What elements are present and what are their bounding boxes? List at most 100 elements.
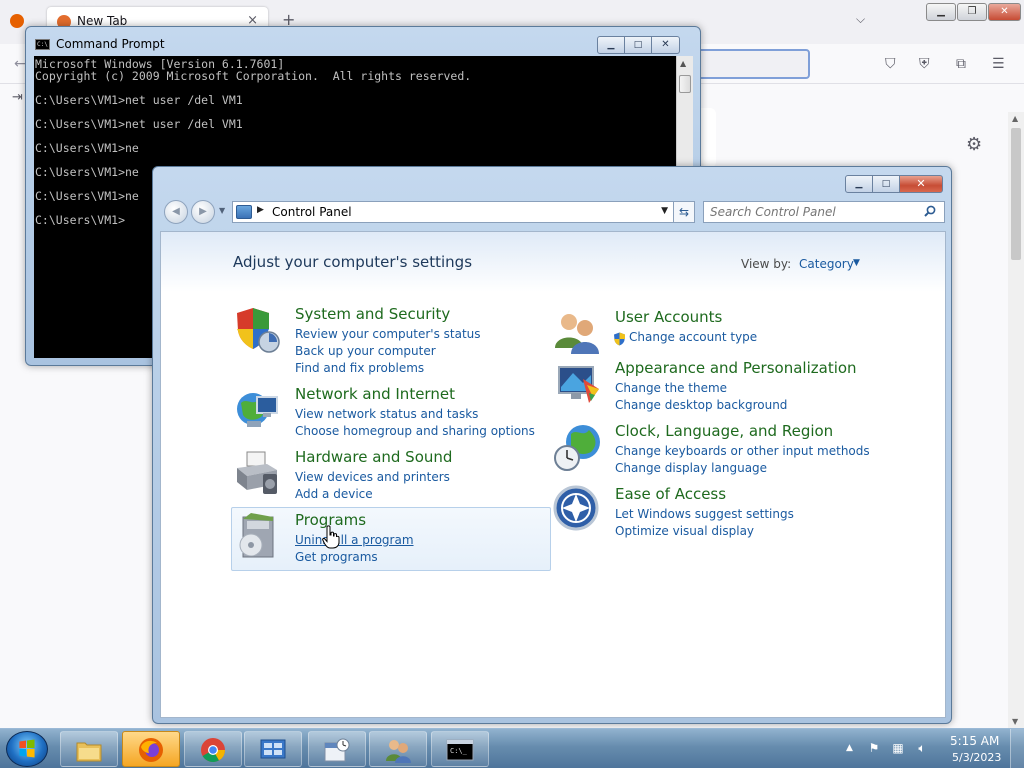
category-link[interactable]: Review your computer's status [295, 327, 481, 341]
category-link[interactable]: Let Windows suggest settings [615, 507, 794, 521]
cmd-icon: C:\ [35, 39, 50, 50]
cmd-icon: C:\_ [446, 739, 474, 761]
view-by-dropdown[interactable]: Category [799, 257, 854, 271]
category-link[interactable]: Back up your computer [295, 344, 436, 358]
shield-icon [237, 308, 280, 353]
close-button[interactable]: ✕ [988, 3, 1021, 21]
minimize-button[interactable]: ▁ [926, 3, 956, 21]
ublock-icon[interactable]: ⛨ [919, 56, 930, 72]
start-button[interactable] [6, 731, 48, 767]
pocket-icon[interactable]: ⛉ [885, 56, 896, 72]
menu-icon[interactable]: ☰ [992, 56, 1005, 72]
taskbar-firefox[interactable] [122, 731, 180, 767]
minimize-button[interactable]: ▁ [845, 175, 873, 193]
control-panel-content: Adjust your computer's settings View by:… [160, 231, 946, 718]
network-icon[interactable]: ▦ [890, 741, 906, 757]
action-center-icon[interactable]: ⚑ [866, 741, 882, 757]
back-button[interactable]: ◀ [164, 200, 188, 224]
scroll-up-icon[interactable]: ▲ [1012, 114, 1018, 123]
control-panel-icon [236, 205, 252, 219]
search-icon[interactable] [924, 205, 936, 217]
import-bookmarks-icon[interactable]: ⇥ [12, 90, 23, 105]
forward-button[interactable]: ▶ [191, 200, 215, 224]
breadcrumb[interactable]: Control Panel [272, 205, 352, 219]
minimize-button[interactable]: ▁ [597, 36, 625, 54]
console-line: C:\Users\VM1>net user /del VM1 [35, 117, 243, 131]
users-icon [386, 740, 411, 763]
show-hidden-icons[interactable]: ▲ [846, 743, 853, 753]
network-globe-icon [237, 393, 278, 427]
calendar-clock-icon [324, 738, 350, 762]
scroll-thumb[interactable] [1011, 128, 1021, 260]
maximize-button[interactable]: □ [624, 36, 652, 54]
address-bar[interactable]: ▶ Control Panel ▼ [232, 201, 674, 223]
category-title[interactable]: Clock, Language, and Region [615, 422, 833, 440]
category-link[interactable]: Change keyboards or other input methods [615, 444, 870, 458]
clock-date[interactable]: 5/3/2023 [952, 751, 1001, 764]
category-link[interactable]: Find and fix problems [295, 361, 424, 375]
taskbar-date-time[interactable] [308, 731, 366, 767]
close-button[interactable]: ✕ [651, 36, 680, 54]
console-line: C:\Users\VM1>ne [35, 141, 139, 155]
firefox-icon [139, 738, 163, 762]
category-title[interactable]: Network and Internet [295, 385, 455, 403]
appearance-icon [558, 366, 599, 403]
category-title[interactable]: Ease of Access [615, 485, 726, 503]
taskbar-explorer[interactable] [60, 731, 118, 767]
console-line: C:\Users\VM1>net user /del VM1 [35, 93, 243, 107]
taskbar-command-prompt[interactable]: C:\_ [431, 731, 489, 767]
windows-logo-icon [19, 739, 35, 758]
category-link[interactable]: View network status and tasks [295, 407, 478, 421]
category-title[interactable]: Appearance and Personalization [615, 359, 857, 377]
firefox-scrollbar[interactable]: ▲ ▼ [1008, 112, 1024, 728]
gear-icon[interactable]: ⚙ [966, 134, 982, 155]
category-title[interactable]: Hardware and Sound [295, 448, 452, 466]
chevron-down-icon[interactable]: ▼ [853, 258, 860, 268]
page-title: Adjust your computer's settings [233, 253, 473, 271]
category-link[interactable]: Get programs [295, 550, 378, 564]
control-panel-window[interactable]: ▁ □ ✕ ◀ ▶ ▼ ▶ Control Panel ▼ ⇆ Adjust y… [152, 166, 952, 724]
console-line: Copyright (c) 2009 Microsoft Corporation… [35, 69, 472, 83]
breadcrumb-arrow-icon[interactable]: ▶ [257, 205, 264, 215]
search-input[interactable] [703, 201, 945, 223]
maximize-button[interactable]: □ [872, 175, 900, 193]
restore-button[interactable]: ❐ [957, 3, 987, 21]
control-panel-icon [260, 739, 286, 759]
category-link[interactable]: Optimize visual display [615, 524, 754, 538]
scroll-up-icon[interactable]: ▲ [680, 59, 686, 68]
volume-icon[interactable]: 🔈︎ [914, 741, 930, 757]
url-bar[interactable] [690, 49, 810, 79]
category-link[interactable]: Change the theme [615, 381, 727, 395]
category-link[interactable]: Add a device [295, 487, 373, 501]
hand-cursor-icon [322, 525, 340, 549]
programs-icon [239, 513, 274, 558]
extensions-icon[interactable]: ⧉ [956, 56, 966, 72]
uninstall-program-link[interactable]: Uninstall a program [295, 533, 414, 547]
category-title[interactable]: User Accounts [615, 308, 722, 326]
taskbar-chrome[interactable] [184, 731, 242, 767]
address-dropdown-icon[interactable]: ▼ [661, 206, 668, 216]
back-icon[interactable]: ← [14, 56, 26, 72]
show-desktop-button[interactable] [1010, 729, 1024, 768]
category-link[interactable]: Change account type [629, 330, 757, 344]
category-title[interactable]: System and Security [295, 305, 450, 323]
scroll-down-icon[interactable]: ▼ [1012, 717, 1018, 726]
category-link[interactable]: View devices and printers [295, 470, 450, 484]
taskbar-control-panel[interactable] [244, 731, 302, 767]
clock-globe-icon [554, 425, 600, 471]
scroll-thumb[interactable] [679, 75, 691, 93]
category-link[interactable]: Change display language [615, 461, 767, 475]
svg-text:C:\_: C:\_ [450, 747, 468, 755]
newtab-card [700, 108, 716, 168]
refresh-button[interactable]: ⇆ [673, 201, 695, 223]
close-button[interactable]: ✕ [899, 175, 943, 193]
taskbar: C:\_ ▲ ⚑ ▦ 🔈︎ 5:15 AM 5/3/2023 [0, 728, 1024, 768]
ease-of-access-icon [553, 485, 599, 531]
clock-time[interactable]: 5:15 AM [950, 734, 999, 748]
list-all-tabs-icon[interactable]: ⌵ [856, 12, 865, 27]
recent-pages-icon[interactable]: ▼ [219, 206, 225, 215]
category-link[interactable]: Choose homegroup and sharing options [295, 424, 535, 438]
window-title: Command Prompt [56, 37, 165, 51]
category-link[interactable]: Change desktop background [615, 398, 787, 412]
taskbar-user-accounts[interactable] [369, 731, 427, 767]
